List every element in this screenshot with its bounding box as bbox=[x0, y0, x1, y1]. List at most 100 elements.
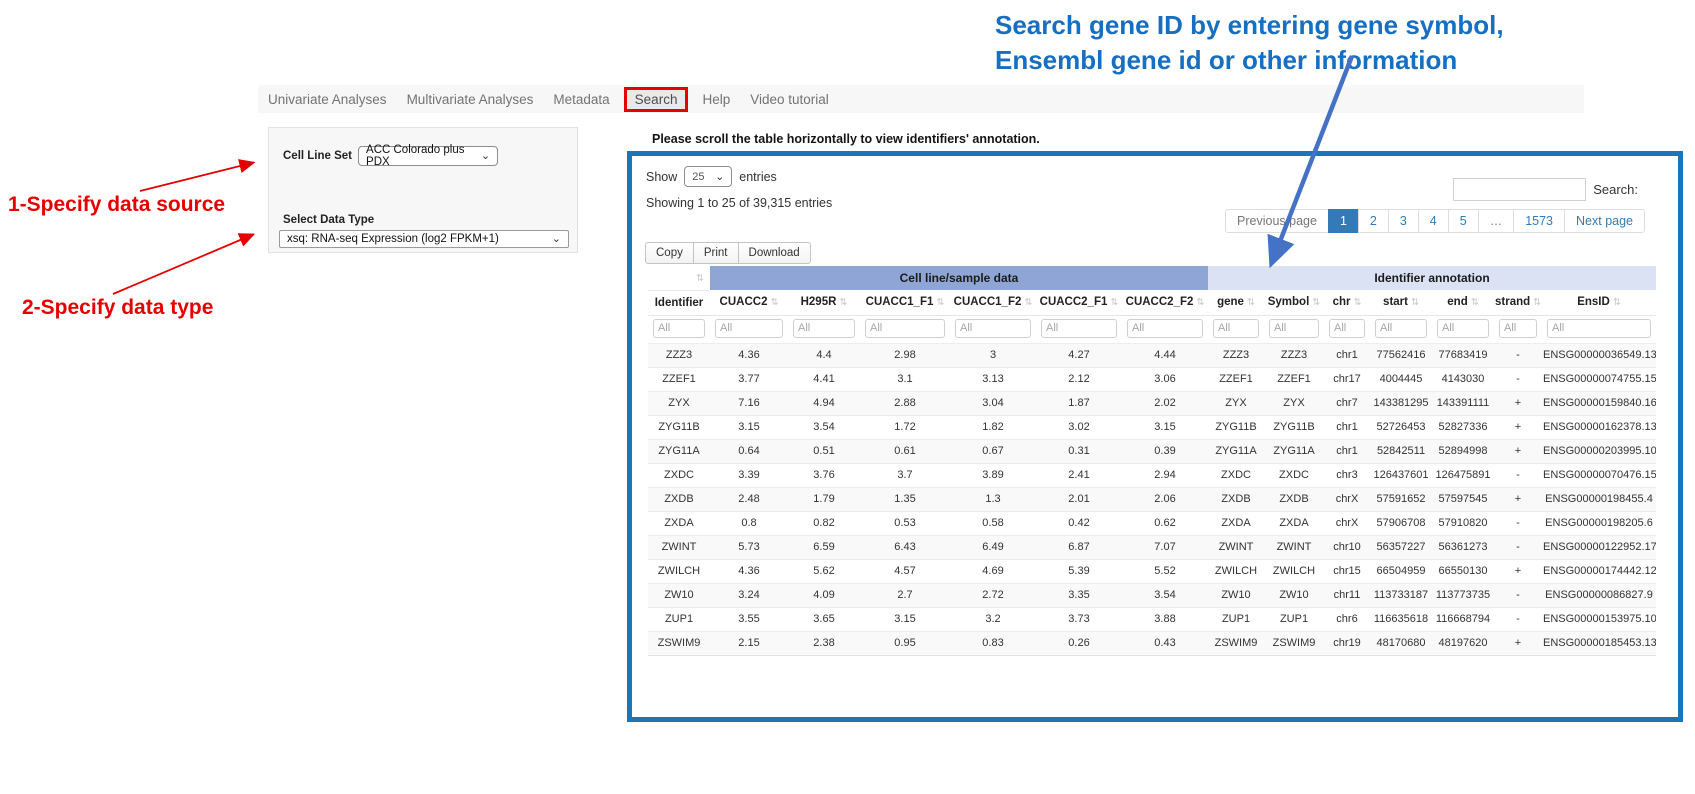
filter-input-cuacc1-f1[interactable] bbox=[865, 319, 945, 338]
column-header-gene[interactable]: gene⇅ bbox=[1208, 290, 1264, 315]
column-header-cuacc2-f1[interactable]: CUACC2_F1⇅ bbox=[1036, 290, 1122, 315]
copy-button[interactable]: Copy bbox=[645, 242, 694, 264]
cell-cuacc1-f2: 0.67 bbox=[950, 439, 1036, 463]
filter-input-cuacc1-f2[interactable] bbox=[955, 319, 1031, 338]
cell-identifier: ZZEF1 bbox=[648, 367, 710, 391]
data-type-label: Select Data Type bbox=[283, 214, 374, 226]
cell-h295r: 0.82 bbox=[788, 511, 860, 535]
group-header-identifier-annotation: Identifier annotation bbox=[1208, 266, 1656, 290]
column-header-ensid[interactable]: EnsID⇅ bbox=[1542, 290, 1656, 315]
cell-strand: - bbox=[1494, 607, 1542, 631]
download-button[interactable]: Download bbox=[738, 242, 811, 264]
filter-input-cuacc2-f2[interactable] bbox=[1127, 319, 1203, 338]
cell-gene: ZUP1 bbox=[1208, 607, 1264, 631]
page-length-select[interactable]: 25 ⌄ bbox=[684, 166, 732, 187]
page-1-button[interactable]: 1 bbox=[1328, 209, 1359, 233]
table-search-input[interactable] bbox=[1453, 178, 1586, 201]
cell-strand: - bbox=[1494, 583, 1542, 607]
nav-item-metadata[interactable]: Metadata bbox=[543, 92, 619, 107]
gene-data-table: ⇅Cell line/sample dataIdentifier annotat… bbox=[648, 266, 1656, 656]
table-row-zzz3[interactable]: ZZZ34.364.42.9834.274.44ZZZ3ZZZ3chr17756… bbox=[648, 343, 1656, 367]
cell-line-set-select[interactable]: ACC Colorado plus PDX ⌄ bbox=[358, 146, 498, 166]
data-selection-panel: Cell Line Set ACC Colorado plus PDX ⌄ Se… bbox=[268, 127, 578, 253]
filter-input-cuacc2[interactable] bbox=[715, 319, 783, 338]
column-header-end[interactable]: end⇅ bbox=[1432, 290, 1494, 315]
previous-page-button[interactable]: Previous page bbox=[1225, 209, 1329, 233]
filter-input-h295r[interactable] bbox=[793, 319, 855, 338]
cell-cuacc2: 3.15 bbox=[710, 415, 788, 439]
show-label: Show bbox=[646, 170, 677, 184]
table-row-zwilch[interactable]: ZWILCH4.365.624.574.695.395.52ZWILCHZWIL… bbox=[648, 559, 1656, 583]
cell-h295r: 4.09 bbox=[788, 583, 860, 607]
column-header-h295r[interactable]: H295R⇅ bbox=[788, 290, 860, 315]
table-row-zzef1[interactable]: ZZEF13.774.413.13.132.123.06ZZEF1ZZEF1ch… bbox=[648, 367, 1656, 391]
cell-cuacc2-f1: 0.31 bbox=[1036, 439, 1122, 463]
cell-gene: ZWILCH bbox=[1208, 559, 1264, 583]
cell-ensid: ENSG00000122952.17 bbox=[1542, 535, 1656, 559]
filter-input-identifier[interactable] bbox=[653, 319, 705, 338]
cell-strand: + bbox=[1494, 415, 1542, 439]
column-header-strand[interactable]: strand⇅ bbox=[1494, 290, 1542, 315]
column-header-chr[interactable]: chr⇅ bbox=[1324, 290, 1370, 315]
sort-icon: ⇅ bbox=[696, 273, 704, 284]
nav-item-multivariate-analyses[interactable]: Multivariate Analyses bbox=[397, 92, 544, 107]
cell-cuacc1-f2: 2.72 bbox=[950, 583, 1036, 607]
table-row-zup1[interactable]: ZUP13.553.653.153.23.733.88ZUP1ZUP1chr61… bbox=[648, 607, 1656, 631]
page-length-value: 25 bbox=[692, 171, 704, 183]
table-row-zwint[interactable]: ZWINT5.736.596.436.496.877.07ZWINTZWINTc… bbox=[648, 535, 1656, 559]
cell-h295r: 4.94 bbox=[788, 391, 860, 415]
filter-input-chr[interactable] bbox=[1329, 319, 1365, 338]
cell-ensid: ENSG00000074755.15 bbox=[1542, 367, 1656, 391]
cell-gene: ZZEF1 bbox=[1208, 367, 1264, 391]
table-row-zyg11a[interactable]: ZYG11A0.640.510.610.670.310.39ZYG11AZYG1… bbox=[648, 439, 1656, 463]
data-type-select[interactable]: xsq: RNA-seq Expression (log2 FPKM+1) ⌄ bbox=[279, 230, 569, 248]
column-header-identifier[interactable]: Identifier bbox=[648, 290, 710, 315]
nav-item-help[interactable]: Help bbox=[692, 92, 740, 107]
nav-item-search[interactable]: Search bbox=[624, 87, 689, 112]
filter-input-gene[interactable] bbox=[1213, 319, 1259, 338]
cell-strand: - bbox=[1494, 511, 1542, 535]
page-4-button[interactable]: 4 bbox=[1418, 209, 1449, 233]
cell-strand: - bbox=[1494, 367, 1542, 391]
filter-input-end[interactable] bbox=[1437, 319, 1489, 338]
table-info-text: Showing 1 to 25 of 39,315 entries bbox=[646, 196, 832, 210]
identifier-group-cell[interactable]: ⇅ bbox=[648, 266, 710, 290]
column-header-cuacc2[interactable]: CUACC2⇅ bbox=[710, 290, 788, 315]
sort-icon: ⇅ bbox=[1196, 297, 1204, 308]
column-header-cuacc1-f2[interactable]: CUACC1_F2⇅ bbox=[950, 290, 1036, 315]
column-header-cuacc1-f1[interactable]: CUACC1_F1⇅ bbox=[860, 290, 950, 315]
column-header-start[interactable]: start⇅ bbox=[1370, 290, 1432, 315]
table-row-zxdb[interactable]: ZXDB2.481.791.351.32.012.06ZXDBZXDBchrX5… bbox=[648, 487, 1656, 511]
filter-input-start[interactable] bbox=[1375, 319, 1427, 338]
filter-input-ensid[interactable] bbox=[1547, 319, 1651, 338]
next-page-button[interactable]: Next page bbox=[1564, 209, 1645, 233]
page-3-button[interactable]: 3 bbox=[1388, 209, 1419, 233]
page-2-button[interactable]: 2 bbox=[1358, 209, 1389, 233]
print-button[interactable]: Print bbox=[693, 242, 739, 264]
cell-strand: - bbox=[1494, 463, 1542, 487]
filter-input-symbol[interactable] bbox=[1269, 319, 1319, 338]
table-row-zswim9[interactable]: ZSWIM92.152.380.950.830.260.43ZSWIM9ZSWI… bbox=[648, 631, 1656, 655]
cell-start: 116635618 bbox=[1370, 607, 1432, 631]
table-row-zxdc[interactable]: ZXDC3.393.763.73.892.412.94ZXDCZXDCchr31… bbox=[648, 463, 1656, 487]
table-row-zyx[interactable]: ZYX7.164.942.883.041.872.02ZYXZYXchr7143… bbox=[648, 391, 1656, 415]
filter-cell-start bbox=[1370, 315, 1432, 343]
nav-item-video-tutorial[interactable]: Video tutorial bbox=[740, 92, 839, 107]
cell-cuacc2: 4.36 bbox=[710, 559, 788, 583]
page-1573-button[interactable]: 1573 bbox=[1513, 209, 1565, 233]
nav-item-univariate-analyses[interactable]: Univariate Analyses bbox=[258, 92, 397, 107]
column-header-symbol[interactable]: Symbol⇅ bbox=[1264, 290, 1324, 315]
filter-input-cuacc2-f1[interactable] bbox=[1041, 319, 1117, 338]
table-row-zxda[interactable]: ZXDA0.80.820.530.580.420.62ZXDAZXDAchrX5… bbox=[648, 511, 1656, 535]
filter-input-strand[interactable] bbox=[1499, 319, 1537, 338]
cell-symbol: ZXDC bbox=[1264, 463, 1324, 487]
cell-cuacc2-f2: 3.06 bbox=[1122, 367, 1208, 391]
page-5-button[interactable]: 5 bbox=[1448, 209, 1479, 233]
table-row-zyg11b[interactable]: ZYG11B3.153.541.721.823.023.15ZYG11BZYG1… bbox=[648, 415, 1656, 439]
column-header-cuacc2-f2[interactable]: CUACC2_F2⇅ bbox=[1122, 290, 1208, 315]
blue-annotation-line2: Ensembl gene id or other information bbox=[995, 45, 1457, 75]
cell-symbol: ZXDB bbox=[1264, 487, 1324, 511]
cell-identifier: ZW10 bbox=[648, 583, 710, 607]
cell-identifier: ZXDC bbox=[648, 463, 710, 487]
table-row-zw10[interactable]: ZW103.244.092.72.723.353.54ZW10ZW10chr11… bbox=[648, 583, 1656, 607]
